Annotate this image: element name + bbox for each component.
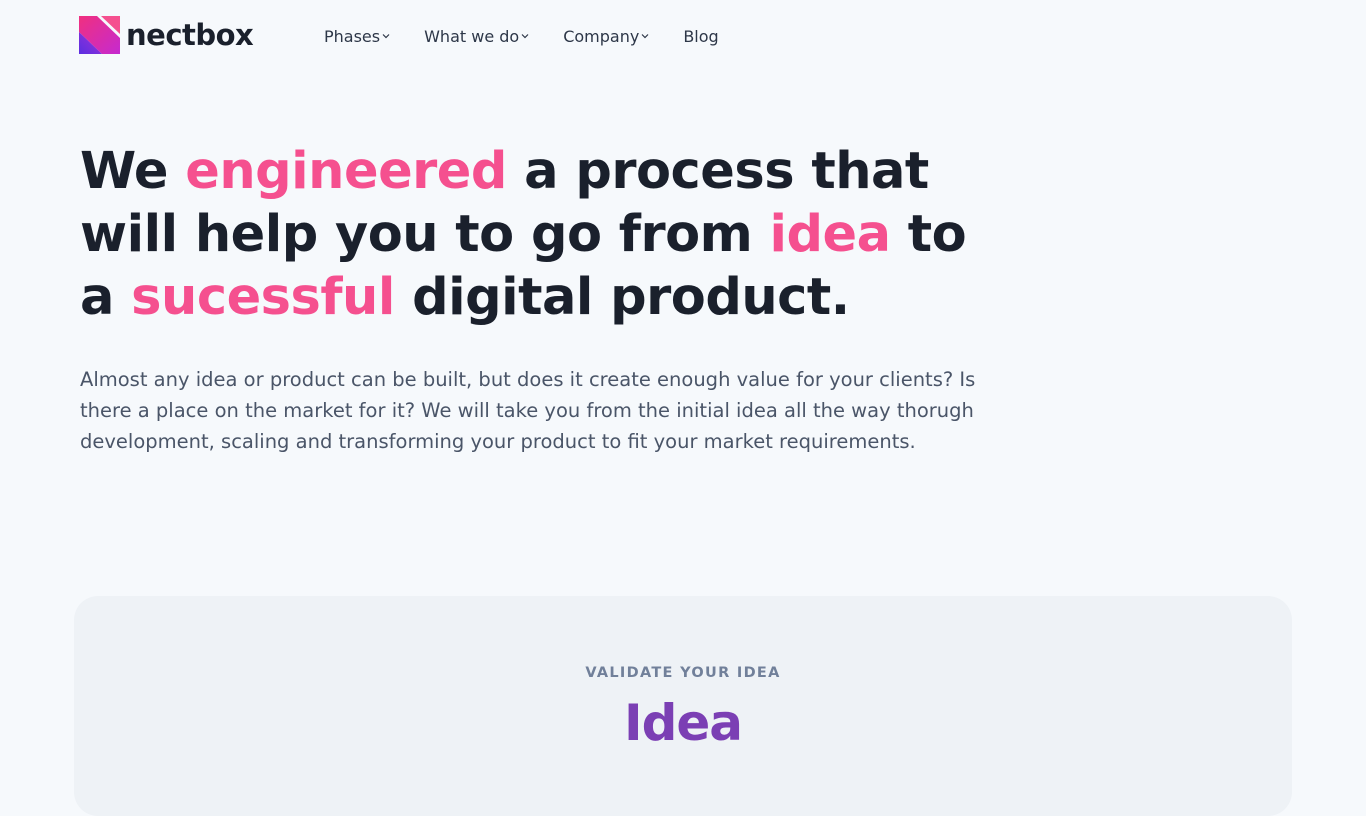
phase-card-idea: VALIDATE YOUR IDEA Idea	[74, 596, 1292, 816]
hero-title-highlight: idea	[769, 205, 892, 264]
site-header: nectbox Phases What we do Company Blog	[0, 0, 1366, 72]
hero-description: Almost any idea or product can be built,…	[80, 368, 976, 453]
main-nav: Phases What we do Company Blog	[324, 24, 753, 48]
hero-title-highlight: sucessful	[131, 268, 395, 327]
nav-item-what-we-do[interactable]: What we do	[424, 27, 529, 46]
hero-title-highlight: engineered	[185, 142, 507, 201]
nectbox-logo-icon	[79, 16, 120, 54]
nav-item-phases[interactable]: Phases	[324, 27, 390, 46]
nav-item-label: What we do	[424, 26, 520, 46]
chevron-down-icon	[382, 34, 390, 39]
nav-item-label: Phases	[324, 26, 381, 46]
hero-title-text: a process that	[506, 142, 929, 201]
phase-title: Idea	[623, 694, 743, 752]
chevron-down-icon	[641, 34, 649, 39]
nav-item-blog[interactable]: Blog	[683, 27, 718, 46]
phase-eyebrow: VALIDATE YOUR IDEA	[585, 665, 781, 681]
nav-item-label: Company	[563, 26, 640, 46]
hero-title-text: digital product.	[394, 268, 850, 327]
hero-title-text: to	[890, 205, 967, 264]
logo-wordmark: nectbox	[126, 18, 254, 52]
chevron-down-icon	[521, 34, 529, 39]
nav-item-company[interactable]: Company	[563, 27, 649, 46]
hero-title-text: will help you to go from	[80, 205, 770, 264]
logo-link[interactable]: nectbox	[79, 16, 254, 54]
hero-title: We engineered a process that will help y…	[80, 140, 980, 329]
hero-title-text: a	[80, 268, 132, 327]
hero-title-text: We	[80, 142, 186, 201]
nav-item-label: Blog	[683, 26, 719, 46]
